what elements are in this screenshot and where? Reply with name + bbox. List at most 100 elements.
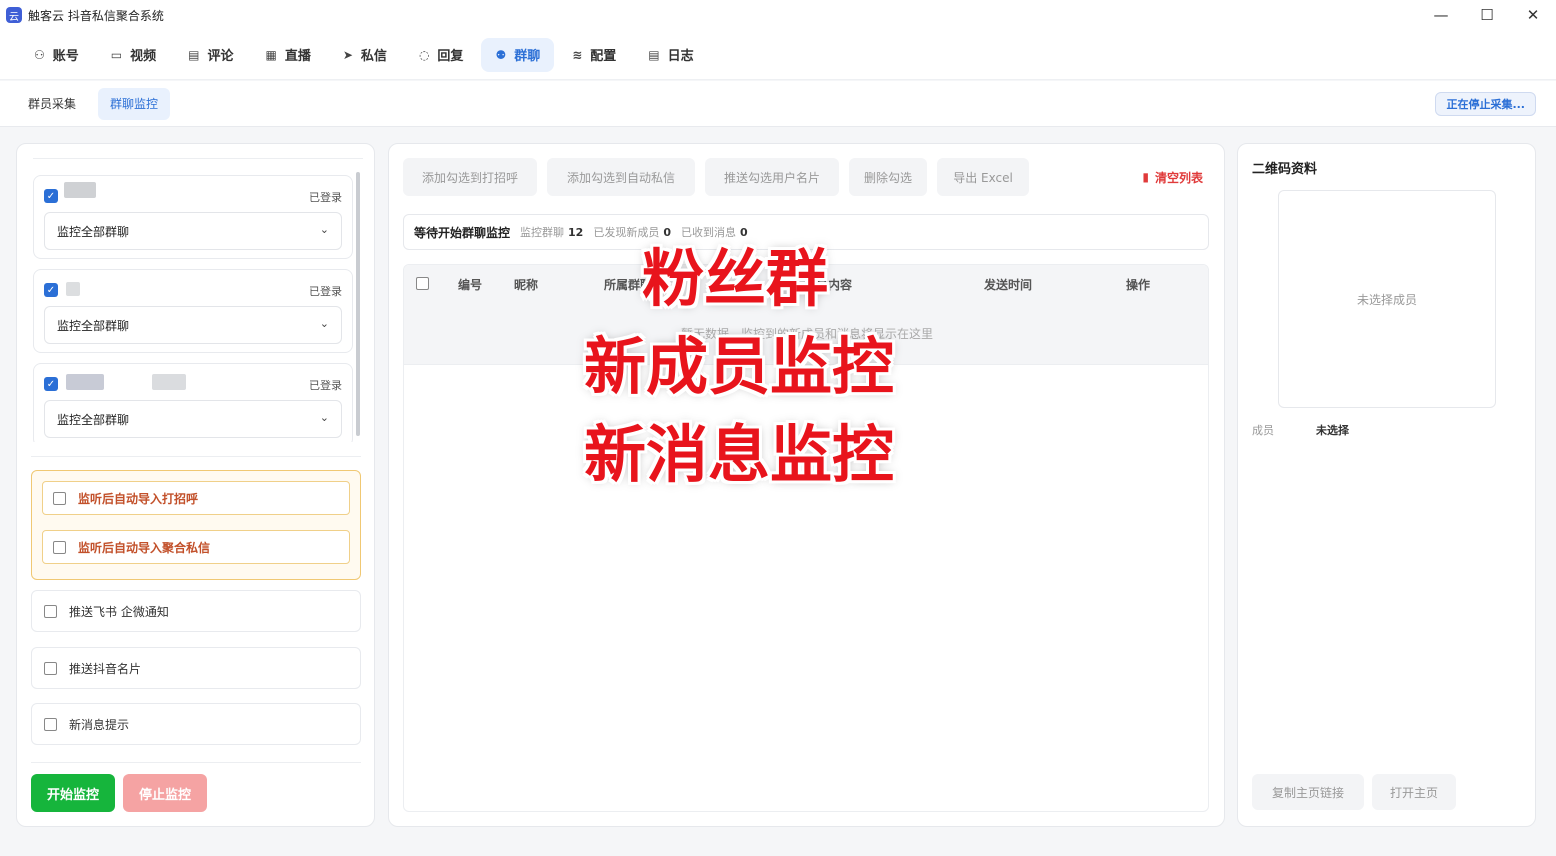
nav-label: 群聊: [514, 49, 541, 64]
reply-icon: ◌: [418, 47, 430, 62]
log-icon: ▤: [648, 47, 660, 62]
minimize-button[interactable]: —: [1418, 0, 1464, 30]
push-feishu-option[interactable]: 推送飞书 企微通知: [31, 590, 361, 632]
checkbox[interactable]: [53, 491, 66, 505]
open-profile-button[interactable]: 打开主页: [1372, 774, 1456, 810]
divider: [31, 456, 361, 457]
clear-list-button[interactable]: ▮ 清空列表: [1142, 158, 1203, 196]
start-monitor-button[interactable]: 开始监控: [31, 774, 115, 812]
user-icon: ⚇: [34, 47, 45, 62]
chevron-down-icon: ⌄: [319, 223, 329, 236]
col-id: 编号: [458, 277, 483, 292]
account-card: ✓ 已登录 监控全部群聊 ⌄: [33, 363, 353, 442]
copy-profile-link-button[interactable]: 复制主页链接: [1252, 774, 1364, 810]
nav-item-group-chat[interactable]: ⚉ 群聊: [481, 37, 555, 72]
account-card: ✓ 已登录 监控全部群聊 ⌄: [33, 269, 353, 353]
account-checkbox[interactable]: ✓: [44, 377, 58, 391]
nav-item-video[interactable]: ▭ 视频: [97, 38, 170, 72]
group-select[interactable]: 监控全部群聊 ⌄: [44, 212, 342, 250]
scrollbar[interactable]: [356, 172, 360, 436]
nav-item-log[interactable]: ▤ 日志: [634, 38, 707, 72]
status-title: 等待开始群聊监控: [414, 225, 511, 240]
stop-collect-button[interactable]: 正在停止采集...: [1435, 92, 1536, 116]
account-panel: ✓ 已登录 监控全部群聊 ⌄ ✓ 已登录 监控全部群聊 ⌄ ✓ 已登录 监控全部群聊…: [16, 143, 375, 827]
nav-item-live[interactable]: ▦ 直播: [252, 38, 325, 72]
settings-icon: ≋: [572, 47, 583, 62]
nav-label: 评论: [207, 49, 234, 64]
login-status: 已登录: [309, 191, 342, 204]
overlay-new-message-monitor: 新消息监控: [584, 418, 895, 491]
nav-label: 日志: [667, 49, 694, 64]
maximize-button[interactable]: ☐: [1464, 0, 1510, 30]
push-douyin-card-option[interactable]: 推送抖音名片: [31, 647, 361, 689]
checkbox[interactable]: [53, 540, 66, 554]
login-status: 已登录: [309, 285, 342, 298]
account-card: ✓ 已登录 监控全部群聊 ⌄: [33, 175, 353, 259]
nav-item-account[interactable]: ⚇ 账号: [20, 38, 93, 72]
nav-label: 配置: [590, 49, 617, 64]
nav-item-config[interactable]: ≋ 配置: [558, 38, 630, 72]
nav-item-message[interactable]: ➤ 私信: [329, 38, 401, 72]
login-status: 已登录: [309, 379, 342, 392]
group-select[interactable]: 监控全部群聊 ⌄: [44, 400, 342, 438]
nav-label: 直播: [284, 49, 311, 64]
main-nav: ⚇ 账号 ▭ 视频 ▤ 评论 ▦ 直播 ➤ 私信 ◌ 回复 ⚉ 群聊 ≋ 配置 ▤ 日志: [0, 30, 1556, 80]
stop-monitor-button[interactable]: 停止监控: [123, 774, 207, 812]
option-label: 推送抖音名片: [69, 661, 142, 676]
account-checkbox[interactable]: ✓: [44, 283, 58, 297]
overlay-fans-group: 粉丝群: [642, 242, 829, 315]
member-value: 未选择: [1316, 424, 1349, 437]
toolbar: 添加勾选到打招呼 添加勾选到自动私信 推送勾选用户名片 删除勾选 导出 Exce…: [403, 158, 1209, 196]
delete-selected-button[interactable]: 删除勾选: [849, 158, 927, 196]
group-icon: ⚉: [495, 47, 507, 62]
option-label: 推送飞书 企微通知: [69, 604, 169, 619]
col-time: 发送时间: [984, 277, 1033, 292]
monitor-count: 监控群聊 12: [520, 224, 583, 240]
trash-icon: ▮: [1142, 170, 1149, 184]
nav-label: 账号: [52, 49, 79, 64]
group-select[interactable]: 监控全部群聊 ⌄: [44, 306, 342, 344]
chevron-down-icon: ⌄: [319, 317, 329, 330]
chevron-down-icon: ⌄: [319, 411, 329, 424]
auto-import-greeting-option[interactable]: 监听后自动导入打招呼: [42, 481, 350, 515]
account-list[interactable]: ✓ 已登录 监控全部群聊 ⌄ ✓ 已登录 监控全部群聊 ⌄ ✓ 已登录 监控全部群聊…: [33, 158, 363, 442]
overlay-new-member-monitor: 新成员监控: [584, 330, 895, 403]
checkbox[interactable]: [44, 661, 57, 675]
select-value: 监控全部群聊: [57, 224, 130, 239]
tab-group-monitor[interactable]: 群聊监控: [98, 87, 171, 120]
option-label: 新消息提示: [69, 717, 130, 732]
nav-item-comment[interactable]: ▤ 评论: [174, 38, 247, 72]
option-label: 监听后自动导入打招呼: [78, 491, 199, 506]
clear-label: 清空列表: [1154, 170, 1203, 185]
checkbox[interactable]: [44, 717, 57, 731]
col-nickname: 昵称: [514, 277, 539, 292]
auto-import-box: 监听后自动导入打招呼 监听后自动导入聚合私信: [31, 470, 361, 580]
export-excel-button[interactable]: 导出 Excel: [937, 158, 1029, 196]
stat-label: 监控群聊: [520, 226, 565, 239]
add-to-greeting-button[interactable]: 添加勾选到打招呼: [403, 158, 537, 196]
col-action: 操作: [1126, 277, 1151, 292]
sub-tab-bar: 群员采集 群聊监控 正在停止采集...: [0, 81, 1556, 127]
title-bar: 云 触客云 抖音私信聚合系统 — ☐ ✕: [0, 0, 1556, 30]
nav-label: 视频: [130, 49, 157, 64]
window-title: 触客云 抖音私信聚合系统: [28, 8, 164, 23]
account-checkbox[interactable]: ✓: [44, 189, 58, 203]
select-value: 监控全部群聊: [57, 412, 130, 427]
new-message-alert-option[interactable]: 新消息提示: [31, 703, 361, 745]
push-user-card-button[interactable]: 推送勾选用户名片: [705, 158, 839, 196]
checkbox[interactable]: [44, 604, 57, 618]
comment-icon: ▤: [188, 47, 200, 62]
nav-item-reply[interactable]: ◌ 回复: [405, 38, 478, 72]
divider: [31, 762, 361, 763]
add-to-auto-message-button[interactable]: 添加勾选到自动私信: [547, 158, 695, 196]
tab-member-collect[interactable]: 群员采集: [16, 88, 88, 120]
video-icon: ▭: [110, 47, 123, 62]
app-logo-icon: 云: [6, 7, 22, 23]
select-all-checkbox[interactable]: [416, 277, 429, 290]
avatar: [66, 282, 80, 296]
avatar: [64, 182, 96, 198]
qr-code-box: 未选择成员: [1278, 190, 1496, 408]
close-button[interactable]: ✕: [1510, 0, 1556, 30]
nav-label: 回复: [437, 49, 464, 64]
auto-import-message-option[interactable]: 监听后自动导入聚合私信: [42, 530, 350, 564]
